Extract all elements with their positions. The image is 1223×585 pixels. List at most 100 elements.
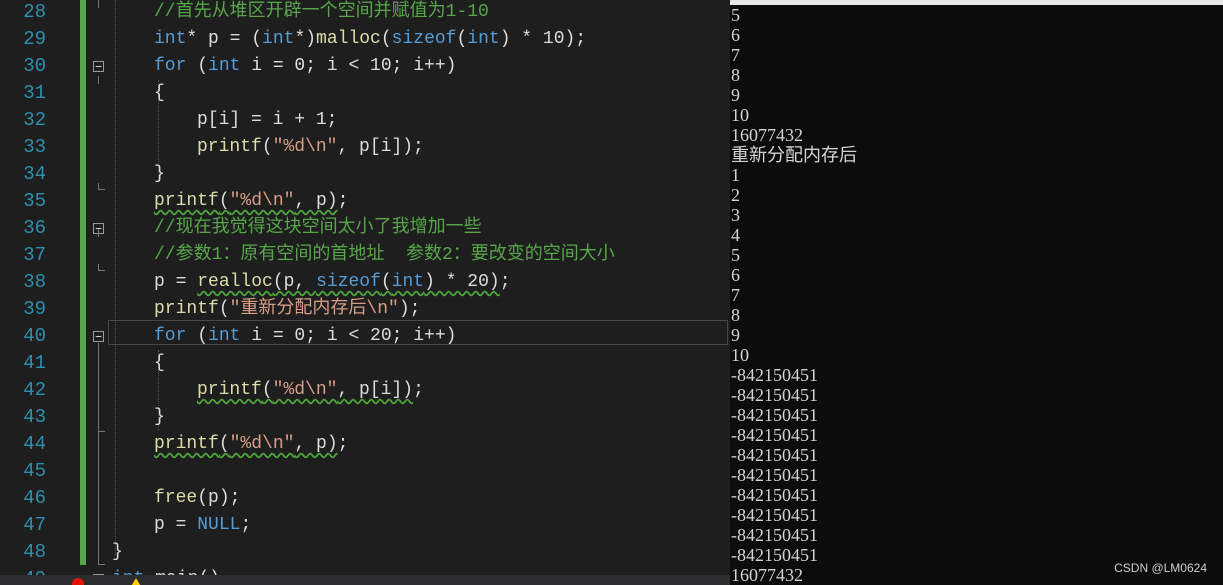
fold-line — [98, 0, 99, 8]
collapse-icon[interactable]: − — [93, 61, 104, 72]
code-token: , p) — [294, 191, 338, 211]
console-output-line: -842150451 — [731, 385, 818, 405]
console-output-line: 8 — [731, 65, 740, 85]
code-token: ) * 20) — [424, 272, 500, 292]
watermark: CSDN @LM0624 — [1114, 561, 1207, 575]
code-line[interactable]: free(p); — [112, 485, 240, 512]
console-output-line: 10 — [731, 345, 749, 365]
line-number: 31 — [23, 82, 46, 104]
code-token: , p[i]) — [337, 380, 414, 400]
code-token: ; — [413, 380, 424, 400]
code-token: printf — [197, 137, 262, 157]
code-token: ( — [186, 56, 209, 76]
console-output-line: 16077432 — [731, 125, 803, 145]
line-number: 28 — [23, 1, 46, 23]
code-token: ) * 10); — [499, 29, 587, 49]
code-token: malloc — [316, 29, 381, 49]
code-line[interactable]: { — [112, 350, 165, 377]
code-line[interactable]: int* p = (int*)malloc(sizeof(int) * 10); — [112, 26, 586, 53]
code-token: { — [154, 353, 165, 373]
code-token: p = — [154, 515, 198, 535]
code-token: //参数1：原有空间的首地址 参数2：要改变的空间大小 — [154, 245, 615, 265]
code-token: ( — [456, 29, 468, 49]
code-token: for — [154, 56, 187, 76]
code-token: * p = ( — [186, 29, 263, 49]
console-output-line: 7 — [731, 45, 740, 65]
code-token: free — [154, 488, 198, 508]
code-token: //首先从堆区开辟一个空间并赋值为1-10 — [154, 2, 489, 22]
line-number: 44 — [23, 433, 46, 455]
console-window: 5 6 7 8 9 10 16077432 重新分配内存后 1 2 3 4 5 6 7 8 9 10 -842150… — [730, 0, 1223, 585]
code-token: ( — [186, 326, 209, 346]
code-line[interactable]: //现在我觉得这块空间太小了我增加一些 — [112, 215, 482, 242]
console-output-line: 6 — [731, 25, 740, 45]
console-output-line: 10 — [731, 105, 749, 125]
code-line[interactable]: printf("%d\n", p); — [112, 431, 348, 458]
code-token: NULL — [197, 515, 241, 535]
line-number: 29 — [23, 28, 46, 50]
fold-end-marker — [98, 425, 105, 432]
code-token: p = — [154, 272, 198, 292]
line-number: 40 — [23, 325, 46, 347]
code-line[interactable]: } — [112, 161, 165, 188]
code-token: ); — [398, 299, 421, 319]
code-line[interactable] — [112, 458, 154, 485]
line-number: 36 — [23, 217, 46, 239]
code-token: { — [154, 83, 165, 103]
line-number: 32 — [23, 109, 46, 131]
fold-end-marker — [98, 264, 105, 271]
code-editor[interactable]: 28 29 30 31 32 33 34 35 36 37 38 39 40 41 42 43 44 45 46 47… — [0, 0, 730, 585]
code-token: int — [262, 29, 295, 49]
code-line[interactable]: printf("%d\n", p); — [112, 188, 348, 215]
collapse-icon[interactable]: − — [93, 331, 104, 342]
code-token: int — [208, 56, 241, 76]
console-output-line: -842150451 — [731, 505, 818, 525]
code-token: "%d\n" — [272, 380, 338, 400]
console-output-line: 2 — [731, 185, 740, 205]
code-token: int — [467, 29, 500, 49]
code-token: ( — [218, 191, 230, 211]
fold-line — [98, 343, 99, 565]
code-line[interactable]: printf("重新分配内存后\n"); — [112, 296, 420, 323]
code-token: sizeof — [316, 272, 381, 292]
console-output-line: 16077432 — [731, 565, 803, 585]
console-output-line: 3 — [731, 205, 740, 225]
code-line[interactable]: //参数1：原有空间的首地址 参数2：要改变的空间大小 — [112, 242, 615, 269]
code-line[interactable]: { — [112, 80, 165, 107]
code-line[interactable]: p = realloc(p, sizeof(int) * 20); — [112, 269, 511, 296]
code-token: printf — [154, 299, 219, 319]
line-number: 33 — [23, 136, 46, 158]
code-line[interactable]: p = NULL; — [112, 512, 251, 539]
code-line[interactable]: } — [112, 404, 165, 431]
code-line[interactable]: printf("%d\n", p[i]); — [112, 377, 424, 404]
code-token: , p[i]); — [337, 137, 424, 157]
code-line[interactable]: } — [112, 539, 123, 566]
console-output-line: 9 — [731, 325, 740, 345]
code-token: p[i] = i + 1; — [197, 110, 338, 130]
code-token: int — [154, 29, 187, 49]
line-number: 45 — [23, 460, 46, 482]
line-number: 35 — [23, 190, 46, 212]
console-output-line: 5 — [731, 5, 740, 25]
line-number: 48 — [23, 541, 46, 563]
fold-line — [98, 76, 99, 84]
code-token: ( — [218, 299, 230, 319]
code-line[interactable]: printf("%d\n", p[i]); — [112, 134, 424, 161]
warning-icon[interactable] — [130, 578, 142, 585]
console-output-line: -842150451 — [731, 405, 818, 425]
code-line[interactable]: for (int i = 0; i < 10; i++) — [112, 53, 456, 80]
code-token: for — [154, 326, 187, 346]
code-token: "重新分配内存后\n" — [229, 299, 399, 319]
code-token: int — [391, 272, 425, 292]
code-token: realloc — [197, 272, 273, 292]
console-output-line: -842150451 — [731, 365, 818, 385]
code-line[interactable]: for (int i = 0; i < 20; i++) — [112, 323, 456, 350]
line-number: 34 — [23, 163, 46, 185]
code-line[interactable]: p[i] = i + 1; — [112, 107, 337, 134]
error-icon[interactable] — [72, 578, 84, 585]
code-token: printf — [154, 434, 219, 454]
code-token: printf — [197, 380, 262, 400]
console-output-line: 9 — [731, 85, 740, 105]
code-line[interactable]: //首先从堆区开辟一个空间并赋值为1-10 — [112, 0, 489, 26]
console-output-line: 4 — [731, 225, 740, 245]
